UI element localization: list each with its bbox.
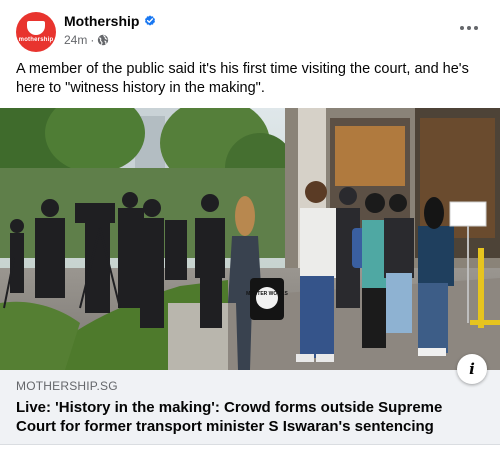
post-header: mothership Mothership 24m · — [16, 10, 484, 54]
page-name-row: Mothership — [64, 12, 156, 30]
court-crowd-photo: MASTER WORKS — [0, 108, 500, 370]
globe-icon — [98, 34, 109, 46]
post-photo[interactable]: MASTER WORKS — [0, 108, 500, 370]
post-meta: 24m · — [64, 32, 109, 48]
meta-separator: · — [90, 33, 95, 47]
verified-badge-icon — [145, 15, 156, 26]
link-domain: MOTHERSHIP.SG — [16, 379, 118, 393]
post-timestamp[interactable]: 24m — [64, 33, 87, 47]
more-dot — [467, 26, 471, 30]
more-dot — [474, 26, 478, 30]
more-dot — [460, 26, 464, 30]
page-name[interactable]: Mothership — [64, 13, 139, 29]
mothership-logo-icon — [27, 21, 45, 35]
page-avatar[interactable]: mothership — [16, 12, 56, 52]
facebook-post: mothership Mothership 24m · A member of … — [0, 0, 500, 453]
post-caption: A member of the public said it's his fir… — [16, 61, 469, 96]
avatar-logo-text: mothership — [18, 37, 54, 43]
more-options-icon[interactable] — [454, 18, 484, 38]
tote-bag-text: MASTER WORKS — [246, 291, 288, 297]
link-title[interactable]: Live: 'History in the making': Crowd for… — [16, 398, 456, 436]
link-preview[interactable]: MOTHERSHIP.SG Live: 'History in the maki… — [0, 370, 500, 445]
info-icon[interactable]: i — [457, 354, 487, 384]
